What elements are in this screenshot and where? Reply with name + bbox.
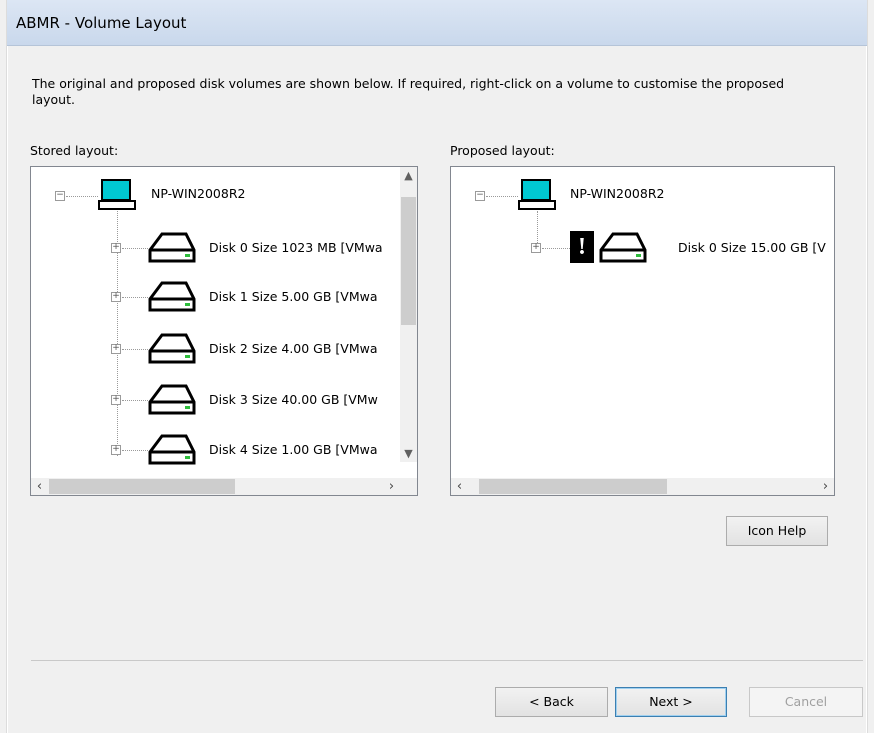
computer-icon [518, 179, 556, 210]
computer-icon [98, 179, 136, 210]
tree-node-root[interactable]: − NP-WIN2008R2 [469, 177, 769, 211]
dialog-client: The original and proposed disk volumes a… [8, 46, 866, 733]
horizontal-scrollbar[interactable]: ‹ › [31, 478, 400, 495]
cancel-button[interactable]: Cancel [749, 687, 863, 717]
expand-icon[interactable]: + [111, 292, 121, 302]
expand-icon[interactable]: + [111, 243, 121, 253]
scroll-right-icon[interactable]: › [817, 478, 834, 495]
tree-node-disk[interactable]: + Disk 4 Size 1.00 GB [VMwa [111, 433, 411, 467]
title-bar: ABMR - Volume Layout [0, 0, 874, 46]
proposed-layout-tree[interactable]: − NP-WIN2008R2 + ! Disk 0 Size 15.00 GB … [450, 166, 835, 496]
disk-label: Disk 4 Size 1.00 GB [VMwa [209, 442, 378, 457]
window-border-right [867, 0, 874, 733]
expand-icon[interactable]: + [111, 344, 121, 354]
vertical-scrollbar[interactable]: ▲ ▼ [400, 167, 417, 462]
collapse-icon[interactable]: − [55, 191, 65, 201]
disk-label: Disk 3 Size 40.00 GB [VMw [209, 392, 378, 407]
description-text: The original and proposed disk volumes a… [32, 76, 785, 107]
disk-label: Disk 1 Size 5.00 GB [VMwa [209, 289, 378, 304]
disk-label: Disk 2 Size 4.00 GB [VMwa [209, 341, 378, 356]
footer-divider [31, 660, 863, 661]
scroll-right-icon[interactable]: › [383, 478, 400, 495]
tree-node-root[interactable]: − NP-WIN2008R2 [49, 177, 349, 211]
back-button[interactable]: < Back [495, 687, 608, 717]
proposed-layout-label: Proposed layout: [450, 143, 555, 158]
disk-label: Disk 0 Size 1023 MB [VMwa [209, 240, 383, 255]
expand-icon[interactable]: + [111, 445, 121, 455]
scroll-up-icon[interactable]: ▲ [400, 167, 417, 184]
stored-layout-label: Stored layout: [30, 143, 119, 158]
tree-node-disk[interactable]: + ! Disk 0 Size 15.00 GB [V [531, 231, 834, 265]
root-node-label: NP-WIN2008R2 [570, 186, 665, 201]
expand-icon[interactable]: + [111, 395, 121, 405]
scrollbar-thumb[interactable] [49, 479, 235, 494]
exclamation-warning-icon: ! [570, 231, 594, 263]
scroll-down-icon[interactable]: ▼ [400, 445, 417, 462]
tree-node-disk[interactable]: + Disk 3 Size 40.00 GB [VMw [111, 383, 411, 417]
icon-help-button[interactable]: Icon Help [726, 516, 828, 546]
hard-disk-icon [148, 433, 196, 465]
scroll-left-icon[interactable]: ‹ [451, 478, 468, 495]
hard-disk-icon [148, 383, 196, 415]
scrollbar-thumb[interactable] [479, 479, 667, 494]
hard-disk-icon [148, 332, 196, 364]
stored-layout-tree[interactable]: − NP-WIN2008R2 + Disk 0 Size 1023 MB [VM… [30, 166, 418, 496]
next-button[interactable]: Next > [615, 687, 727, 717]
hard-disk-icon [148, 280, 196, 312]
collapse-icon[interactable]: − [475, 191, 485, 201]
horizontal-scrollbar[interactable]: ‹ › [451, 478, 834, 495]
scrollbar-thumb[interactable] [401, 197, 416, 325]
scroll-left-icon[interactable]: ‹ [31, 478, 48, 495]
tree-node-disk[interactable]: + Disk 1 Size 5.00 GB [VMwa [111, 280, 411, 314]
hard-disk-icon [599, 231, 647, 263]
tree-node-disk[interactable]: + Disk 2 Size 4.00 GB [VMwa [111, 332, 411, 366]
tree-node-disk[interactable]: + Disk 0 Size 1023 MB [VMwa [111, 231, 411, 265]
hard-disk-icon [148, 231, 196, 263]
disk-label: Disk 0 Size 15.00 GB [V [678, 240, 826, 255]
expand-icon[interactable]: + [531, 243, 541, 253]
root-node-label: NP-WIN2008R2 [151, 186, 246, 201]
window-title: ABMR - Volume Layout [16, 14, 187, 32]
window-border-left [0, 0, 7, 733]
scroll-corner [400, 478, 417, 495]
